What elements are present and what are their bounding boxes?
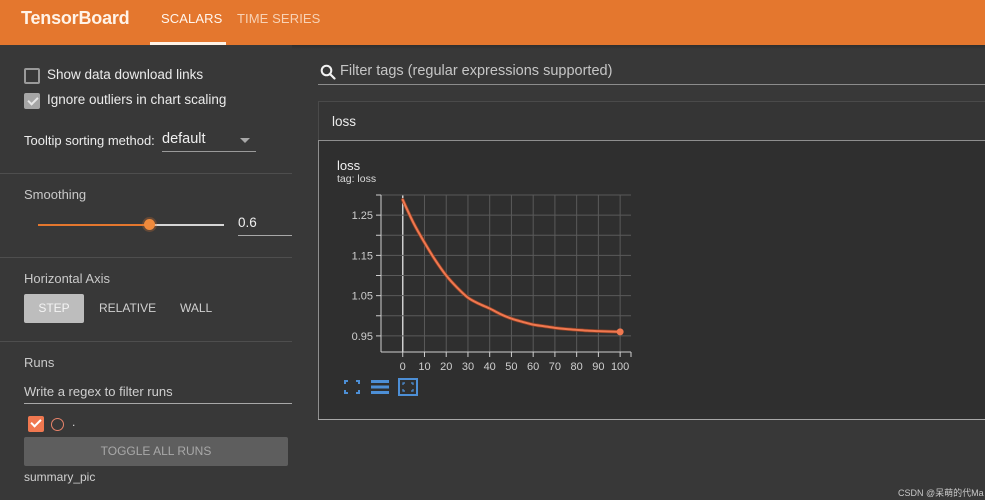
toggle-all-runs-button[interactable]: TOGGLE ALL RUNS: [24, 437, 288, 466]
chart-ticks: 0 10 20 30 40 50 60 70 80 90 100 0.95 1.05 1.15 1.25: [352, 194, 629, 373]
tab-scalars[interactable]: SCALARS: [161, 11, 222, 26]
tooltip-sorting-select[interactable]: default: [162, 131, 206, 147]
x-tick-label: 50: [505, 361, 517, 373]
axis-wall-button[interactable]: WALL: [180, 294, 212, 323]
category-header[interactable]: loss: [318, 101, 985, 140]
watermark: CSDN @呆萌的代Ma: [898, 488, 984, 498]
x-tick-label: 60: [527, 361, 539, 373]
tag-filter-input[interactable]: Filter tags (regular expressions support…: [340, 63, 612, 79]
x-tick-label: 0: [400, 361, 406, 373]
card-bottom-border: [318, 419, 985, 420]
horizontal-axis-title: Horizontal Axis: [24, 271, 110, 286]
section-divider: [0, 173, 292, 174]
runs-filter-input[interactable]: Write a regex to filter runs: [24, 384, 173, 399]
y-tick-label: 1.05: [352, 291, 373, 303]
section-divider: [0, 257, 292, 258]
smoothing-slider-thumb[interactable]: [144, 219, 155, 230]
chart-title: loss: [337, 158, 361, 173]
tag-filter-underline: [318, 84, 985, 85]
x-tick-label: 70: [549, 361, 561, 373]
y-tick-label: 1.15: [352, 250, 373, 262]
category-title: loss: [332, 114, 357, 129]
run-name: .: [72, 415, 76, 429]
x-tick-label: 80: [571, 361, 583, 373]
x-tick-label: 90: [592, 361, 604, 373]
ignore-outliers-checkbox[interactable]: [24, 93, 40, 109]
run-checkbox[interactable]: [28, 416, 44, 432]
runs-title: Runs: [24, 355, 55, 370]
x-tick-label: 100: [611, 361, 629, 373]
runs-filter-underline: [24, 403, 292, 404]
smoothing-input-underline: [238, 235, 292, 236]
fit-domain-icon[interactable]: [398, 378, 418, 396]
smoothing-value-input[interactable]: 0.6: [238, 215, 257, 230]
show-download-links-checkbox[interactable]: [24, 68, 40, 84]
axis-step-button[interactable]: STEP: [24, 294, 84, 323]
chart-tag: tag: loss: [337, 173, 377, 185]
search-icon: [320, 64, 336, 80]
axis-relative-button[interactable]: RELATIVE: [99, 294, 156, 323]
smoothing-slider-track-filled[interactable]: [38, 224, 149, 226]
series-last-point: [616, 328, 624, 336]
chart-series: [400, 198, 624, 336]
x-tick-label: 20: [440, 361, 452, 373]
section-divider: [0, 341, 292, 342]
select-underline: [162, 151, 256, 152]
smoothing-slider-track[interactable]: [149, 224, 224, 226]
top-app-bar: TensorBoard SCALARS TIME SERIES: [0, 0, 985, 45]
toggle-log-scale-icon[interactable]: [370, 378, 390, 396]
chart-grid: [381, 194, 631, 352]
y-tick-label: 1.25: [352, 210, 373, 222]
tab-time-series[interactable]: TIME SERIES: [237, 11, 320, 26]
loss-chart[interactable]: 0 10 20 30 40 50 60 70 80 90 100 0.95 1.05 1.15 1.25: [330, 190, 640, 375]
chevron-down-icon[interactable]: [240, 138, 250, 143]
x-tick-label: 40: [484, 361, 496, 373]
run-group-label: summary_pic: [24, 470, 96, 484]
x-tick-label: 10: [418, 361, 430, 373]
y-tick-label: 0.95: [352, 331, 373, 343]
run-color-circle-icon[interactable]: [51, 418, 64, 431]
app-title: TensorBoard: [21, 8, 130, 28]
ignore-outliers-label[interactable]: Ignore outliers in chart scaling: [47, 92, 226, 107]
x-tick-label: 30: [462, 361, 474, 373]
show-download-links-label[interactable]: Show data download links: [47, 67, 203, 82]
smoothing-title: Smoothing: [24, 187, 87, 202]
tooltip-sorting-label: Tooltip sorting method:: [24, 133, 155, 148]
sidebar: Show data download links Ignore outliers…: [0, 45, 292, 500]
fullscreen-icon[interactable]: [342, 378, 362, 396]
